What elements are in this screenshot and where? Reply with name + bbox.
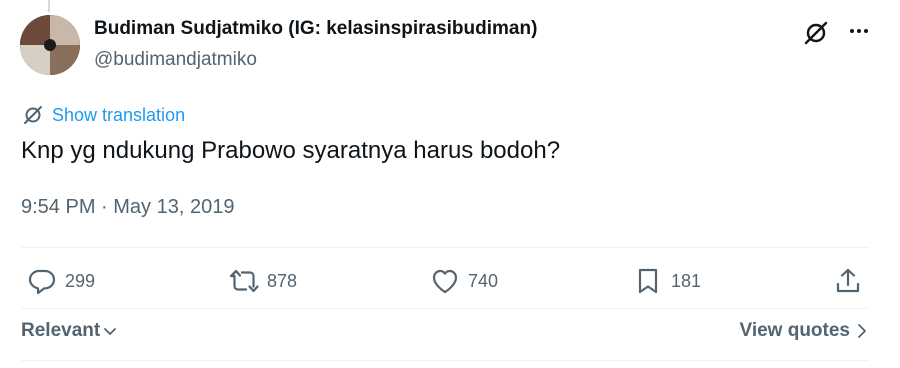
reply-icon [28,269,56,295]
tweet-timestamp[interactable]: 9:54 PM · May 13, 2019 [21,196,234,219]
grok-icon [24,106,42,124]
repost-icon [229,269,259,293]
bookmark-icon [638,268,658,294]
grok-icon[interactable] [803,20,829,46]
chevron-right-icon [858,324,866,338]
like-count: 740 [468,270,499,291]
repost-button[interactable]: 878 [229,266,297,296]
thread-connector-line [48,0,50,12]
share-icon [836,268,860,293]
avatar[interactable] [20,15,80,75]
heart-icon [432,269,458,294]
divider [21,247,869,248]
show-translation-button[interactable]: Show translation [22,104,185,126]
reply-count: 299 [65,270,96,291]
more-dots-icon[interactable] [846,18,872,44]
sort-replies-dropdown[interactable]: Relevant [21,320,118,342]
view-quotes-link[interactable]: View quotes [739,320,868,342]
share-button[interactable] [833,266,863,296]
show-translation-label: Show translation [52,104,186,125]
repost-count: 878 [267,270,298,291]
avatar-tile [50,45,80,75]
reply-button[interactable]: 299 [27,266,95,296]
divider [21,308,869,309]
avatar-center-badge [44,39,56,51]
author-name[interactable]: Budiman Sudjatmiko (IG: kelasinspirasibu… [94,18,537,40]
bookmark-button[interactable]: 181 [633,266,701,296]
sort-label: Relevant [21,320,101,341]
chevron-down-icon [104,328,117,335]
tweet-text: Knp yg ndukung Prabowo syaratnya harus b… [21,137,561,164]
view-quotes-label: View quotes [739,320,850,341]
author-handle[interactable]: @budimandjatmiko [94,49,257,71]
like-button[interactable]: 740 [430,266,498,296]
bookmark-count: 181 [671,270,702,291]
divider [21,360,869,361]
